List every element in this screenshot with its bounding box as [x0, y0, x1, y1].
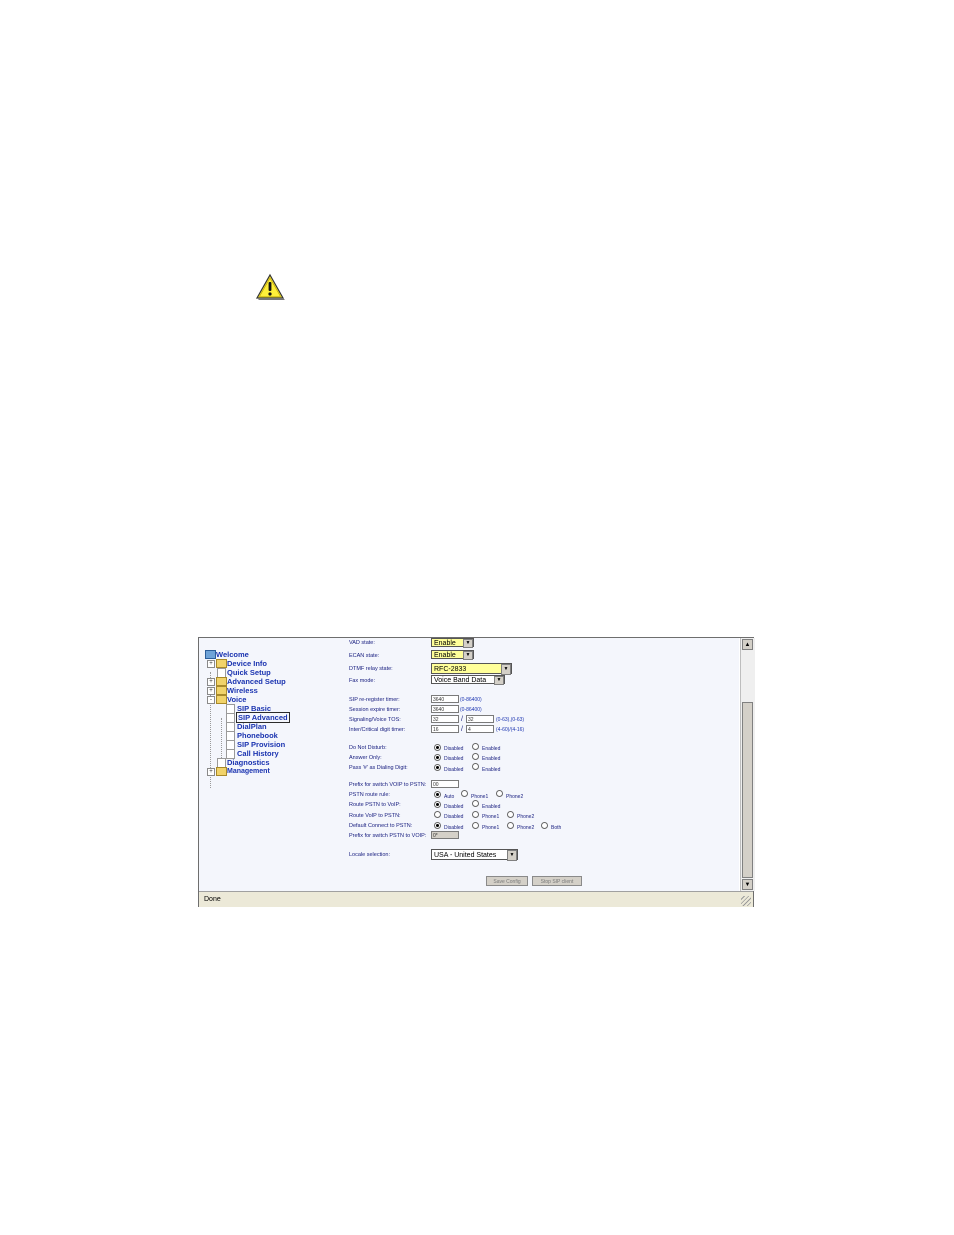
scroll-down-button[interactable]: ▼: [742, 879, 753, 890]
locale-select[interactable]: USA - United States ▼: [431, 849, 518, 861]
digit-hint: (4-60)/(4-16): [496, 727, 525, 733]
pstn-rule-phone1-radio[interactable]: [461, 790, 468, 797]
vad-select[interactable]: Enable ▼: [431, 638, 474, 648]
sip-rereg-hint: (0-86400): [460, 697, 482, 703]
prefix-pstn-label: Prefix for switch PSTN to VOIP:: [349, 833, 427, 839]
scroll-thumb[interactable]: [742, 702, 753, 878]
ecan-select[interactable]: Enable ▼: [431, 650, 474, 660]
tos-hint: (0-63),(0-63): [496, 717, 525, 723]
route-pstn-voip-disabled-radio[interactable]: [434, 801, 441, 808]
digit-inter-input[interactable]: 16: [431, 725, 459, 733]
tos-signaling-input[interactable]: 32: [431, 715, 459, 723]
sip-rereg-label: SIP re-register timer:: [349, 697, 400, 703]
vertical-scrollbar[interactable]: ▲ ▼: [740, 638, 755, 891]
chevron-down-icon[interactable]: ▼: [501, 664, 511, 675]
dnd-disabled-radio[interactable]: [434, 744, 441, 751]
ecan-label: ECAN state:: [349, 653, 380, 659]
prefix-voip-label: Prefix for switch VOIP to PSTN:: [349, 782, 427, 788]
fax-select[interactable]: Voice Band Data ▼: [431, 675, 505, 685]
warning-icon: [255, 273, 285, 300]
resize-grip-icon[interactable]: [741, 896, 751, 906]
default-connect-both-radio[interactable]: [541, 822, 548, 829]
route-pstn-voip-label: Route PSTN to VoIP:: [349, 802, 401, 808]
status-bar: Done: [199, 891, 753, 907]
chevron-down-icon[interactable]: ▼: [463, 639, 473, 648]
answer-enabled-radio[interactable]: [472, 753, 479, 760]
default-connect-disabled-radio[interactable]: [434, 822, 441, 829]
slash-separator: /: [461, 726, 463, 733]
dnd-label: Do Not Disturb:: [349, 745, 387, 751]
pass-disabled-radio[interactable]: [434, 764, 441, 771]
chevron-down-icon[interactable]: ▼: [494, 676, 504, 685]
session-hint: (0-86400): [460, 707, 482, 713]
tos-voice-input[interactable]: 32: [466, 715, 494, 723]
digit-critical-input[interactable]: 4: [466, 725, 494, 733]
prefix-voip-input[interactable]: 00: [431, 780, 459, 788]
sip-advanced-form: VAD state: Enable ▼ ECAN state: Enable ▼…: [199, 638, 739, 891]
dtmf-label: DTMF relay state:: [349, 666, 393, 672]
pstn-rule-phone2-radio[interactable]: [496, 790, 503, 797]
pstn-rule-label: PSTN route rule:: [349, 792, 390, 798]
vad-label: VAD state:: [349, 640, 375, 646]
route-voip-pstn-disabled-radio[interactable]: [434, 811, 441, 818]
route-voip-pstn-phone2-radio[interactable]: [507, 811, 514, 818]
dtmf-select[interactable]: RFC-2833 ▼: [431, 663, 512, 675]
pstn-rule-auto-radio[interactable]: [434, 791, 441, 798]
answer-disabled-radio[interactable]: [434, 754, 441, 761]
session-label: Session expire timer:: [349, 707, 401, 713]
locale-label: Locale selection:: [349, 852, 390, 858]
browser-window: Welcome + Device Info Quick Setup + Adva…: [198, 637, 755, 907]
route-voip-pstn-label: Route VoIP to PSTN:: [349, 813, 401, 819]
stop-sip-client-button[interactable]: Stop SIP client: [532, 876, 582, 886]
default-connect-phone2-radio[interactable]: [507, 822, 514, 829]
prefix-pstn-input[interactable]: 0*: [431, 831, 459, 839]
pass-enabled-radio[interactable]: [472, 763, 479, 770]
dnd-enabled-radio[interactable]: [472, 743, 479, 750]
sip-rereg-input[interactable]: 3640: [431, 695, 459, 703]
digit-label: Inter/Critical digit timer:: [349, 727, 406, 733]
fax-label: Fax mode:: [349, 678, 375, 684]
scroll-up-button[interactable]: ▲: [742, 639, 753, 650]
status-text: Done: [204, 896, 221, 903]
tos-label: Signaling/Voice TOS:: [349, 717, 401, 723]
slash-separator: /: [461, 716, 463, 723]
chevron-down-icon[interactable]: ▼: [463, 651, 473, 660]
default-connect-phone1-radio[interactable]: [472, 822, 479, 829]
answer-only-label: Answer Only:: [349, 755, 382, 761]
pass-hash-label: Pass '#' as Dialing Digit:: [349, 765, 408, 771]
route-voip-pstn-phone1-radio[interactable]: [472, 811, 479, 818]
route-pstn-voip-enabled-radio[interactable]: [472, 800, 479, 807]
page-content: Welcome + Device Info Quick Setup + Adva…: [199, 638, 739, 891]
session-input[interactable]: 3640: [431, 705, 459, 713]
save-config-button[interactable]: Save Config: [486, 876, 528, 886]
chevron-down-icon[interactable]: ▼: [507, 850, 517, 861]
default-connect-label: Default Connect to PSTN:: [349, 823, 413, 829]
